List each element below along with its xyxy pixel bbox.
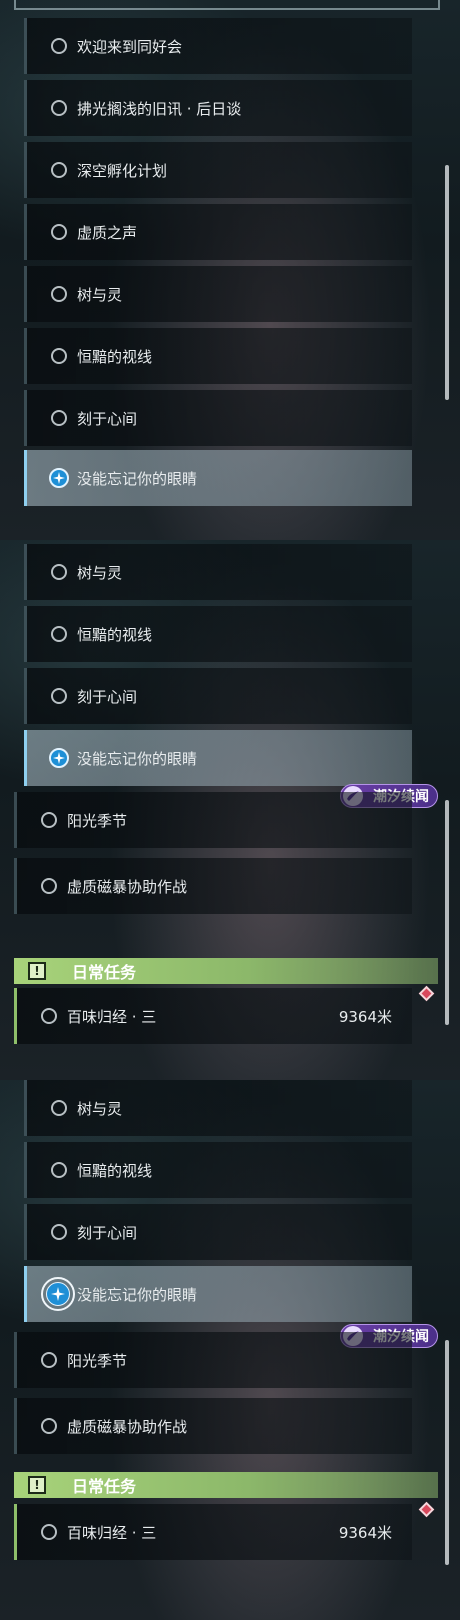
quest-label: 拂光搁浅的旧讯 · 后日谈	[77, 99, 242, 118]
circle-outline-icon	[41, 812, 57, 828]
quest-list-panel: 树与灵 恒黯的视线 刻于心间 没能忘记你的眼睛 潮汐续闻 阳光季节 虚质磁暴协助…	[0, 540, 460, 1080]
daily-header-title: 日常任务	[72, 963, 137, 982]
daily-quest-item[interactable]: 百味归经 · 三 9364米	[14, 988, 412, 1044]
quest-label: 阳光季节	[67, 811, 128, 830]
quest-item[interactable]: 恒黯的视线	[24, 1142, 412, 1198]
quest-label: 阳光季节	[67, 1351, 128, 1370]
quest-item[interactable]: 恒黯的视线	[24, 328, 412, 384]
quest-item[interactable]: 拂光搁浅的旧讯 · 后日谈	[24, 80, 412, 136]
quest-item[interactable]: 刻于心间	[24, 668, 412, 724]
circle-outline-icon	[41, 1352, 57, 1368]
exclamation-box-icon: !	[28, 1476, 46, 1494]
panel-frame-top	[14, 0, 440, 10]
circle-outline-icon	[51, 626, 67, 642]
quest-label: 百味归经 · 三	[67, 1007, 157, 1026]
circle-outline-icon	[51, 348, 67, 364]
circle-outline-icon	[41, 878, 57, 894]
quest-label: 虚质磁暴协助作战	[67, 877, 188, 896]
circle-outline-icon	[51, 38, 67, 54]
quest-label: 恒黯的视线	[77, 625, 153, 644]
daily-header-title: 日常任务	[72, 1477, 137, 1496]
quest-label: 没能忘记你的眼睛	[77, 469, 198, 488]
scrollbar-thumb[interactable]	[445, 1340, 449, 1565]
red-diamond-icon	[418, 1501, 435, 1518]
circle-outline-icon	[41, 1008, 57, 1024]
quest-label: 恒黯的视线	[77, 347, 153, 366]
quest-label: 树与灵	[77, 1099, 123, 1118]
compass-star-icon	[49, 748, 69, 768]
circle-outline-icon	[41, 1524, 57, 1540]
quest-item[interactable]: 树与灵	[24, 266, 412, 322]
exclamation-box-icon: !	[28, 962, 46, 980]
quest-item[interactable]: 树与灵	[24, 544, 412, 600]
scrollbar-thumb[interactable]	[445, 800, 449, 1025]
quest-item[interactable]: 虚质之声	[24, 204, 412, 260]
circle-outline-icon	[51, 162, 67, 178]
quest-item[interactable]: 虚质磁暴协助作战	[14, 858, 412, 914]
quest-item-active[interactable]: 没能忘记你的眼睛	[24, 450, 412, 506]
quest-label: 没能忘记你的眼睛	[77, 749, 198, 768]
quest-distance: 9364米	[338, 1007, 392, 1026]
circle-outline-icon	[51, 564, 67, 580]
quest-list-panel: 欢迎来到同好会 拂光搁浅的旧讯 · 后日谈 深空孵化计划 虚质之声 树与灵 恒黯…	[0, 0, 460, 540]
daily-quest-header: ! 日常任务	[14, 958, 438, 984]
quest-item-active[interactable]: 没能忘记你的眼睛	[24, 1266, 412, 1322]
quest-item[interactable]: 恒黯的视线	[24, 606, 412, 662]
quest-label: 没能忘记你的眼睛	[77, 1285, 198, 1304]
quest-label: 刻于心间	[77, 409, 138, 428]
red-diamond-icon	[418, 985, 435, 1002]
quest-list-panel: 树与灵 恒黯的视线 刻于心间 没能忘记你的眼睛 潮汐续闻 阳光季节 虚质磁暴协助…	[0, 1080, 460, 1620]
compass-star-icon	[41, 1277, 75, 1311]
scrollbar-thumb[interactable]	[445, 165, 449, 400]
quest-label: 恒黯的视线	[77, 1161, 153, 1180]
quest-item[interactable]: 欢迎来到同好会	[24, 18, 412, 74]
quest-item[interactable]: 树与灵	[24, 1080, 412, 1136]
circle-outline-icon	[51, 100, 67, 116]
quest-label: 百味归经 · 三	[67, 1523, 157, 1542]
circle-outline-icon	[51, 688, 67, 704]
quest-distance: 9364米	[338, 1523, 392, 1542]
scrollbar[interactable]	[445, 165, 449, 400]
circle-outline-icon	[51, 224, 67, 240]
circle-outline-icon	[51, 1100, 67, 1116]
circle-outline-icon	[51, 286, 67, 302]
quest-label: 刻于心间	[77, 1223, 138, 1242]
quest-item[interactable]: 虚质磁暴协助作战	[14, 1398, 412, 1454]
circle-outline-icon	[51, 410, 67, 426]
quest-label: 虚质磁暴协助作战	[67, 1417, 188, 1436]
quest-item[interactable]: 刻于心间	[24, 1204, 412, 1260]
circle-outline-icon	[41, 1418, 57, 1434]
quest-label: 刻于心间	[77, 687, 138, 706]
daily-quest-item[interactable]: 百味归经 · 三 9364米	[14, 1504, 412, 1560]
quest-label: 树与灵	[77, 563, 123, 582]
daily-quest-header: ! 日常任务	[14, 1472, 438, 1498]
quest-label: 虚质之声	[77, 223, 138, 242]
circle-outline-icon	[51, 1224, 67, 1240]
scrollbar[interactable]	[445, 1340, 449, 1565]
quest-label: 深空孵化计划	[77, 161, 168, 180]
quest-item[interactable]: 深空孵化计划	[24, 142, 412, 198]
quest-label: 树与灵	[77, 285, 123, 304]
quest-item[interactable]: 阳光季节	[14, 1332, 412, 1388]
scrollbar[interactable]	[445, 800, 449, 1025]
circle-outline-icon	[51, 1162, 67, 1178]
quest-label: 欢迎来到同好会	[77, 37, 183, 56]
quest-item[interactable]: 阳光季节	[14, 792, 412, 848]
compass-star-icon	[49, 468, 69, 488]
quest-item[interactable]: 刻于心间	[24, 390, 412, 446]
quest-item-active[interactable]: 没能忘记你的眼睛	[24, 730, 412, 786]
